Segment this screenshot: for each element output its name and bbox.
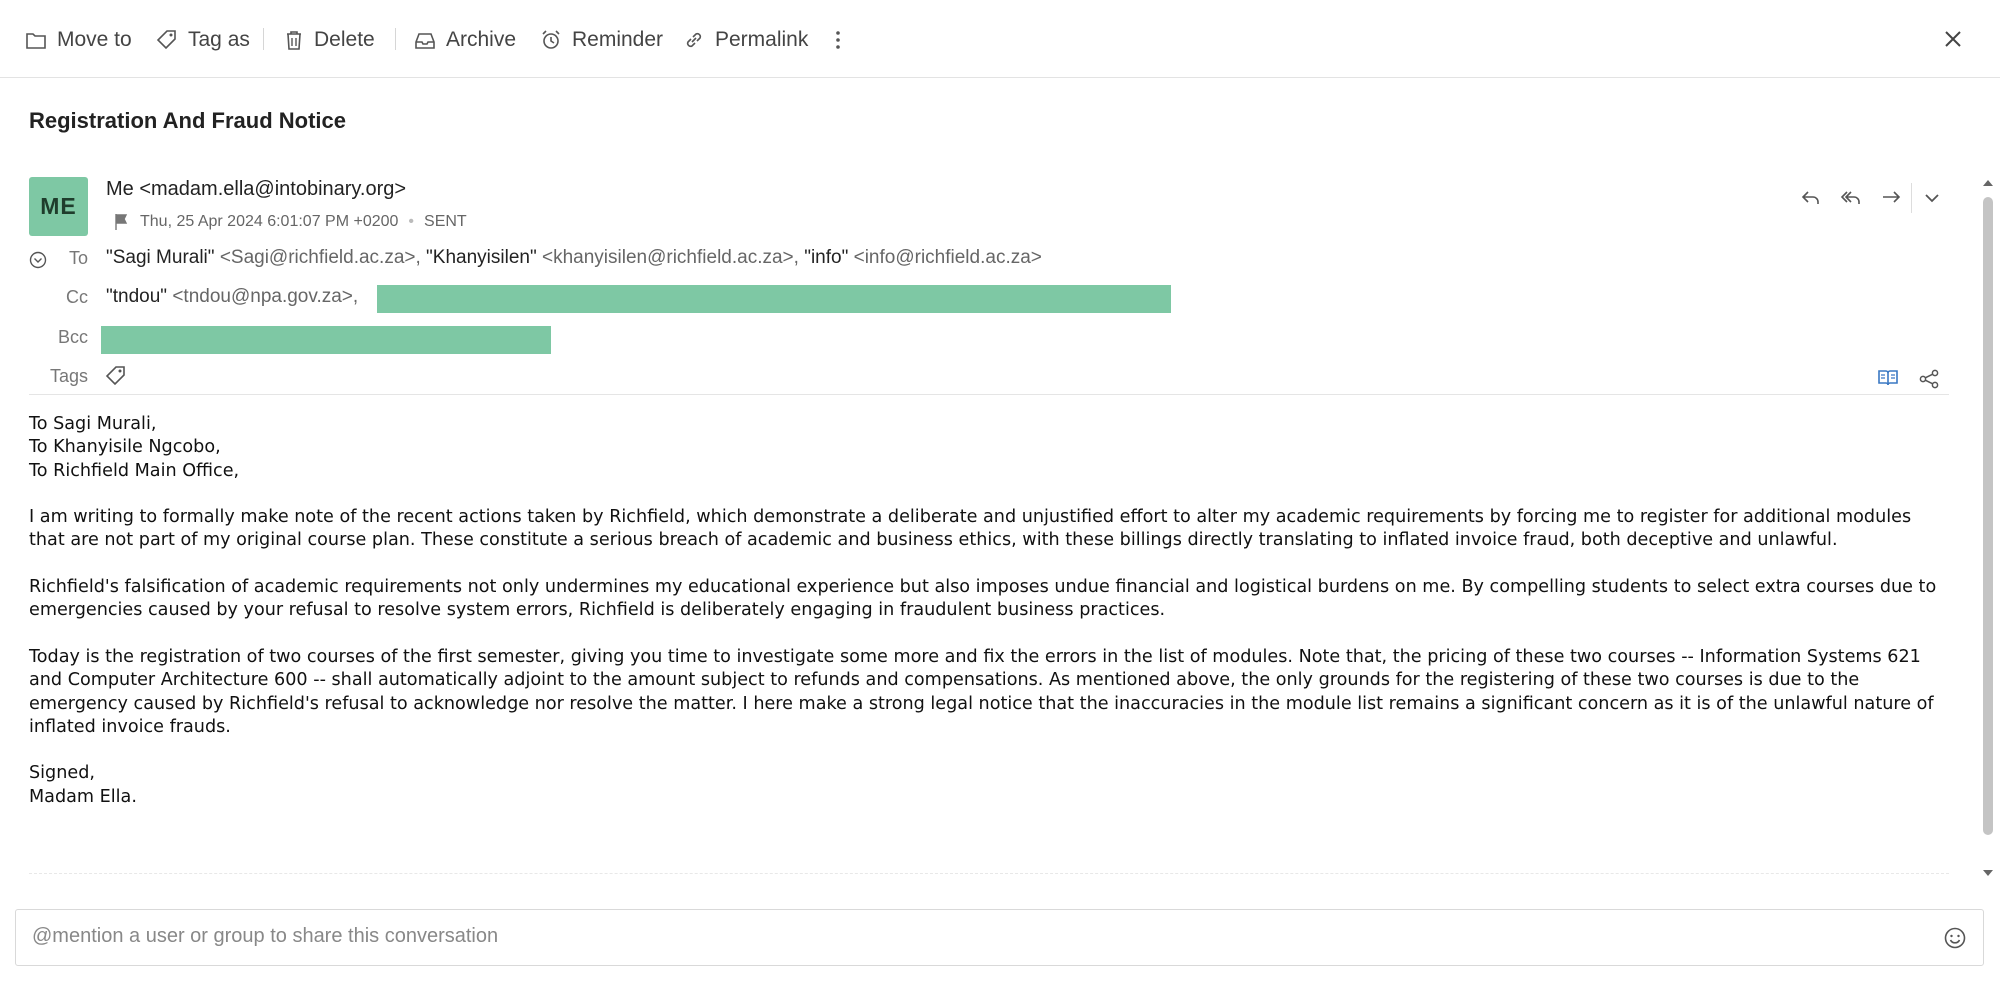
smiley-icon[interactable]: [1943, 926, 1967, 950]
meta-separator: •: [408, 213, 415, 230]
body-paragraph: Richfield's falsification of academic re…: [29, 577, 1937, 621]
body-paragraph: To Sagi Murali, To Khanyisile Ngcobo, To…: [29, 414, 240, 481]
body-paragraph: Signed, Madam Ella.: [29, 763, 137, 807]
reply-all-button[interactable]: [1831, 183, 1871, 213]
body-divider: [29, 873, 1949, 874]
archive-button[interactable]: Archive: [414, 24, 516, 56]
header-divider: [29, 394, 1949, 395]
status-badge: SENT: [424, 213, 467, 230]
avatar: ME: [29, 177, 88, 236]
close-icon: [1945, 31, 1961, 47]
tag-icon: [156, 30, 176, 50]
to-label: To: [68, 248, 88, 268]
reply-icon: [1801, 191, 1819, 204]
flag-icon[interactable]: [114, 213, 130, 231]
more-vertical-icon: [836, 31, 840, 49]
delete-button[interactable]: Delete: [284, 24, 375, 56]
permalink-label: Permalink: [715, 28, 809, 51]
scroll-up-icon[interactable]: [1983, 179, 1993, 187]
email-body: To Sagi Murali, To Khanyisile Ngcobo, To…: [29, 413, 1949, 832]
message-actions: [1791, 183, 1952, 213]
bcc-label: Bcc: [57, 327, 88, 347]
reminder-label: Reminder: [572, 28, 664, 51]
cc-label: Cc: [66, 287, 88, 307]
recipient[interactable]: "Sagi Murali" <Sagi@richfield.ac.za>,: [106, 247, 421, 268]
toolbar-divider: [263, 28, 264, 50]
chevron-down-icon: [1925, 194, 1939, 203]
tag-as-label: Tag as: [188, 28, 250, 51]
permalink-button[interactable]: Permalink: [683, 24, 808, 56]
scrollbar[interactable]: [1981, 175, 1995, 877]
tag-as-button[interactable]: Tag as: [156, 24, 250, 56]
archive-label: Archive: [446, 28, 517, 51]
trash-icon: [287, 31, 301, 50]
redacted-recipient: [101, 326, 551, 354]
share-conversation-box: [15, 909, 1984, 966]
book-icon[interactable]: [1877, 368, 1899, 388]
forward-button[interactable]: [1871, 183, 1911, 213]
message-date: Thu, 25 Apr 2024 6:01:07 PM +0200: [140, 213, 399, 230]
body-paragraph: Today is the registration of two courses…: [29, 646, 1934, 737]
more-options-button[interactable]: [830, 24, 856, 56]
add-tag-icon[interactable]: [105, 365, 127, 387]
redacted-recipient: [377, 285, 1171, 313]
expand-actions-button[interactable]: [1911, 183, 1952, 213]
tags-label: Tags: [49, 366, 88, 386]
recipient[interactable]: "info" <info@richfield.ac.za>: [804, 247, 1042, 268]
scroll-down-icon[interactable]: [1983, 869, 1993, 877]
reply-button[interactable]: [1791, 183, 1831, 213]
cc-recipients: "tndou" <tndou@npa.gov.za>,: [106, 286, 358, 308]
forward-icon: [1883, 191, 1901, 203]
archive-icon: [415, 33, 435, 49]
move-to-label: Move to: [57, 28, 132, 51]
to-recipients: "Sagi Murali" <Sagi@richfield.ac.za>, "K…: [106, 247, 1042, 269]
sender[interactable]: Me <madam.ella@intobinary.org>: [106, 178, 406, 201]
share-icon[interactable]: [1918, 368, 1940, 390]
email-subject: Registration And Fraud Notice: [29, 108, 346, 133]
move-to-button[interactable]: Move to: [25, 24, 132, 56]
delete-label: Delete: [314, 28, 375, 51]
recipient[interactable]: "tndou" <tndou@npa.gov.za>,: [106, 286, 358, 307]
link-icon: [686, 32, 702, 48]
reminder-button[interactable]: Reminder: [540, 24, 663, 56]
toolbar: Move to Tag as Delete Archive Reminder P…: [0, 0, 2000, 78]
recipient[interactable]: "Khanyisilen" <khanyisilen@richfield.ac.…: [426, 247, 799, 268]
reply-all-icon: [1840, 191, 1860, 204]
close-button[interactable]: [1942, 28, 1964, 50]
folder-icon: [26, 33, 46, 49]
body-paragraph: I am writing to formally make note of th…: [29, 507, 1912, 551]
message-meta: Thu, 25 Apr 2024 6:01:07 PM +0200 • SENT: [114, 213, 467, 231]
share-mention-input[interactable]: [30, 924, 1914, 949]
alarm-clock-icon: [542, 30, 560, 49]
scroll-thumb[interactable]: [1983, 197, 1993, 835]
toolbar-divider: [395, 28, 396, 50]
